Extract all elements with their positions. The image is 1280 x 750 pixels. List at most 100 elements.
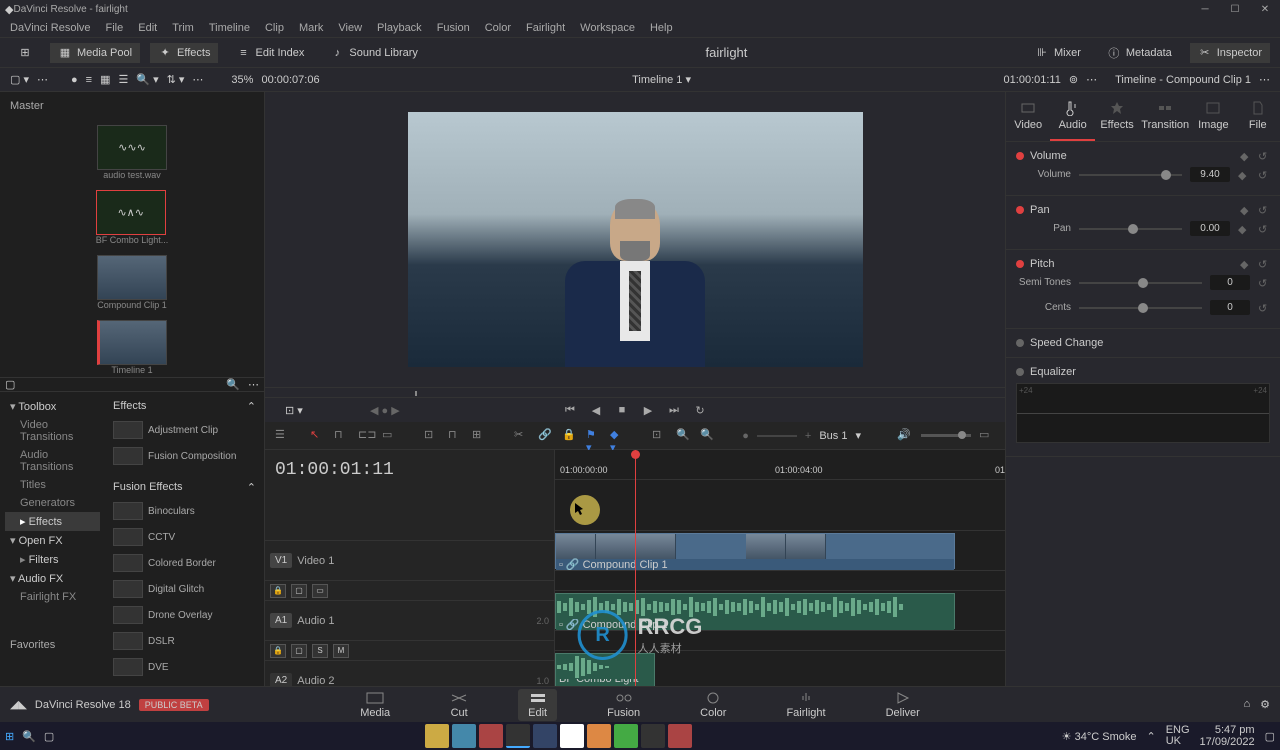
edit-page-button[interactable]: Edit [518,689,557,721]
settings-icon[interactable]: ⚙ [1260,698,1270,711]
volume-slider[interactable] [1079,174,1182,176]
video-track-header[interactable]: V1 Video 1 [265,540,554,580]
menu-mark[interactable]: Mark [299,22,323,34]
first-frame-button[interactable]: ⏮ [562,402,578,418]
taskbar-app[interactable] [425,724,449,748]
menu-workspace[interactable]: Workspace [580,22,635,34]
taskbar-app[interactable] [587,724,611,748]
taskbar-app[interactable] [479,724,503,748]
list2-icon[interactable]: ☰ [118,73,128,86]
keyframe-icon[interactable]: ◆ [1240,258,1252,270]
speaker-icon[interactable]: 🔊 [897,428,913,444]
lock-track-icon[interactable]: 🔒 [270,584,286,598]
minimize-button[interactable]: ─ [1190,0,1220,18]
inspector-tab-video[interactable]: Video [1006,92,1050,141]
cut-page-button[interactable]: Cut [440,689,478,721]
reset-icon[interactable]: ↺ [1258,223,1270,235]
pan-slider[interactable] [1079,228,1182,230]
fairlight-page-button[interactable]: Fairlight [776,689,835,721]
effect-item[interactable]: DSLR [110,629,259,653]
inspector-tab-effects[interactable]: Effects [1095,92,1139,141]
menu-fusion[interactable]: Fusion [437,22,470,34]
sync-icon[interactable]: ⊚ [1069,73,1078,86]
enable-dot[interactable] [1016,152,1024,160]
color-page-button[interactable]: Color [690,689,736,721]
link-icon[interactable]: 🔗 [538,428,554,444]
inspector-tab-audio[interactable]: Audio [1050,92,1094,141]
menu-fairlight[interactable]: Fairlight [526,22,565,34]
search-taskbar-icon[interactable]: 🔍 [22,730,36,743]
taskbar-app[interactable] [452,724,476,748]
sort-icon[interactable]: ⇅ ▾ [167,73,185,86]
enable-dot[interactable] [1016,368,1024,376]
video-track[interactable]: ▫🔗Compound Clip 1 [555,530,1005,570]
reset-icon[interactable]: ↺ [1258,169,1270,181]
video-clip[interactable]: ▫🔗Compound Clip 1 [555,533,955,569]
effect-item[interactable]: Adjustment Clip [110,418,259,442]
media-page-button[interactable]: Media [350,689,400,721]
zoom-level[interactable]: 35% [231,74,253,86]
prev-frame-button[interactable]: ◀ [588,402,604,418]
start-button[interactable]: ⊞ [5,730,14,743]
keyframe-icon[interactable]: ◆ [1238,169,1250,181]
filters-tree[interactable]: ▸ Filters [5,550,100,569]
clip-item[interactable]: ∿∧∿BF Combo Light... [96,190,169,245]
taskbar-app[interactable] [533,724,557,748]
video-track-controls[interactable]: 🔒 ▢ ▭ [265,580,554,600]
search-icon[interactable]: 🔍 ▾ [136,73,158,86]
bin-dropdown[interactable]: ▢ ▾ [10,73,29,86]
search-effects-icon[interactable]: 🔍 [226,378,240,391]
tray-chevron[interactable]: ⌃ [1146,730,1155,743]
reset-icon[interactable]: ↺ [1258,150,1270,162]
effect-item[interactable]: Drone Overlay [110,603,259,627]
menu-timeline[interactable]: Timeline [209,22,250,34]
fit-icon[interactable]: ⊞ [472,428,488,444]
zoom-in-icon[interactable]: 🔍 [700,428,716,444]
semitones-value[interactable]: 0 [1210,275,1250,290]
menu-color[interactable]: Color [485,22,511,34]
stop-button[interactable]: ■ [614,402,630,418]
insert-icon[interactable]: ⊏⊐ [358,428,374,444]
effect-item[interactable]: Binoculars [110,499,259,523]
razor-icon[interactable]: ✂ [514,428,530,444]
language-indicator[interactable]: ENG UK [1166,725,1190,747]
lock-track-icon[interactable]: 🔒 [270,644,286,658]
crop-icon[interactable]: ⊡ ▾ [285,404,303,417]
pan-value[interactable]: 0.00 [1190,221,1230,236]
panel-icon[interactable]: ▢ [5,378,15,391]
flag-icon[interactable]: ⚑ ▾ [586,428,602,444]
metadata-button[interactable]: ⓘMetadata [1099,43,1180,63]
audio-track-controls[interactable]: 🔒 ▢ S M [265,640,554,660]
inspector-tab-transition[interactable]: Transition [1139,92,1191,141]
maximize-button[interactable]: ☐ [1220,0,1250,18]
generators-tree[interactable]: Generators [5,494,100,512]
list-icon[interactable]: ≡ [86,74,92,86]
timeline-timecode[interactable]: 01:00:01:11 [265,450,554,490]
notification-icon[interactable]: ▢ [1265,730,1275,743]
sound-library-button[interactable]: ♪Sound Library [322,43,426,63]
reset-icon[interactable]: ↺ [1258,204,1270,216]
media-pool-button[interactable]: ▦Media Pool [50,43,140,63]
next-frame-button[interactable]: ⏭ [666,402,682,418]
effect-item[interactable]: Digital Glitch [110,577,259,601]
menu-playback[interactable]: Playback [377,22,422,34]
mute-button[interactable]: M [333,644,349,658]
cents-value[interactable]: 0 [1210,300,1250,315]
openfx-tree[interactable]: ▾ Open FX [5,531,100,550]
enable-dot[interactable] [1016,339,1024,347]
clip-item[interactable]: ∿∿∿audio test.wav [97,125,167,180]
keyframe-icon[interactable]: ◆ [1240,150,1252,162]
collapse-icon[interactable]: ⌃ [247,481,256,494]
cents-slider[interactable] [1079,307,1202,309]
taskbar-app[interactable] [668,724,692,748]
clock-time[interactable]: 5:47 pm [1200,724,1255,736]
effect-item[interactable]: DVE [110,655,259,679]
clip-item[interactable]: Compound Clip 1 [97,255,167,310]
home-icon[interactable]: ⌂ [1243,698,1250,711]
fusion-page-button[interactable]: Fusion [597,689,650,721]
semitones-slider[interactable] [1079,282,1202,284]
effects-button[interactable]: ✦Effects [150,43,218,63]
lock-icon[interactable]: 🔒 [562,428,578,444]
volume-value[interactable]: 9.40 [1190,167,1230,182]
keyframe-icon[interactable]: ◆ [1238,223,1250,235]
